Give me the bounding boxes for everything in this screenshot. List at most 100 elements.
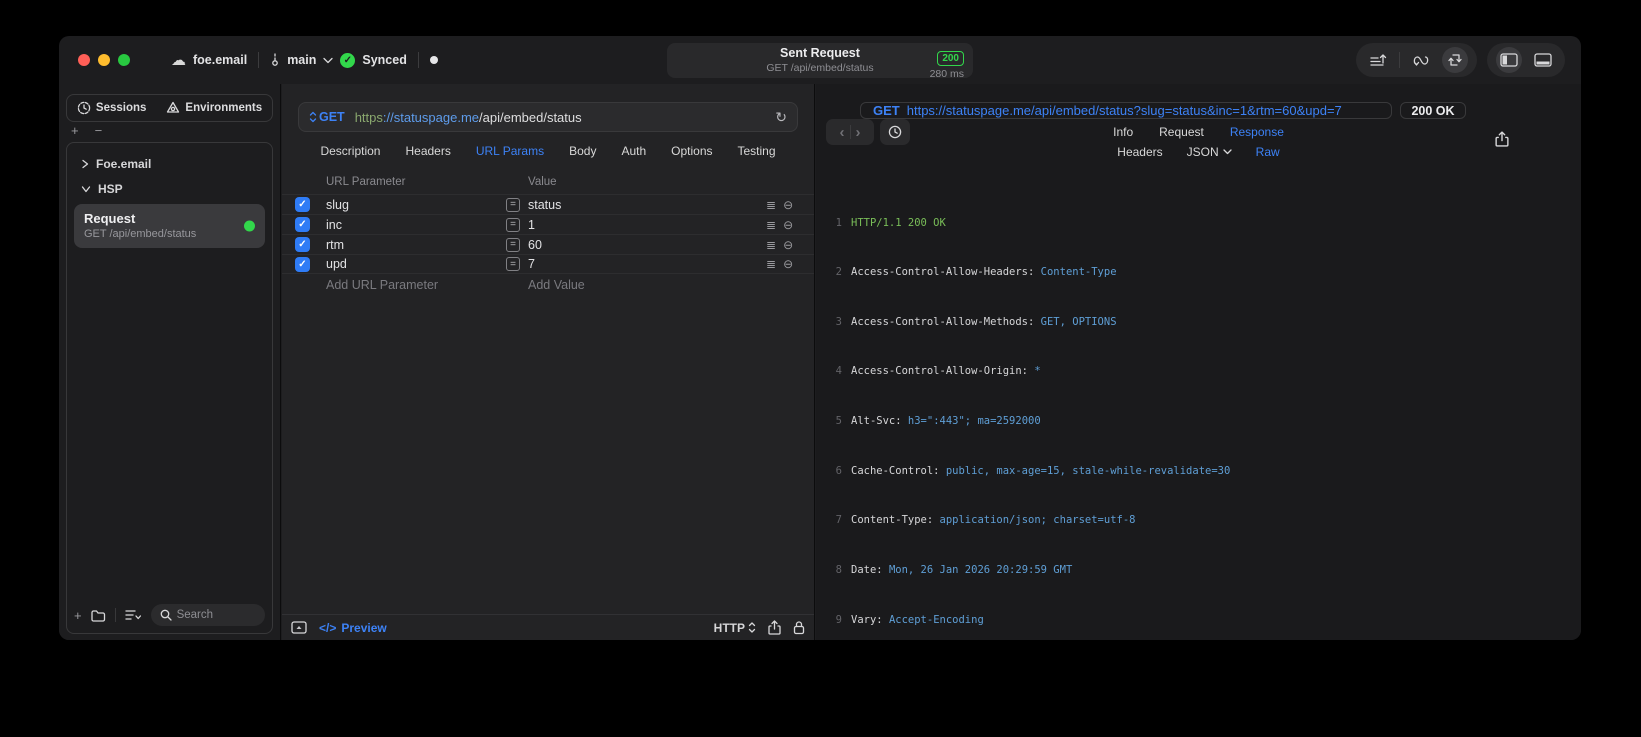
tab-sessions[interactable]: Sessions [77, 101, 146, 115]
response-line: 2 Access-Control-Allow-Headers: Content-T… [822, 266, 1581, 278]
branch-icon [272, 53, 279, 66]
method-selector[interactable]: GET [309, 110, 345, 124]
remove-param-icon[interactable]: ⊖ [783, 218, 793, 232]
param-enabled-checkbox[interactable]: ✓ [295, 237, 310, 252]
add-request-button[interactable]: + [74, 608, 82, 623]
forward-button[interactable]: › [856, 124, 861, 141]
tab-auth[interactable]: Auth [621, 144, 646, 158]
sync-requests-icon[interactable] [1442, 47, 1468, 73]
sort-options-icon[interactable] [124, 609, 142, 621]
param-enabled-checkbox[interactable]: ✓ [295, 256, 310, 272]
line-number: 1 [835, 216, 842, 229]
project-name[interactable]: foe.email [193, 53, 247, 67]
subtab-json[interactable]: JSON [1187, 145, 1232, 159]
new-folder-icon[interactable] [90, 609, 106, 622]
code-icon: </> [319, 620, 337, 635]
url-path[interactable]: /api/embed/status [479, 110, 582, 125]
add-param-row: Add URL Parameter Add Value [282, 274, 814, 296]
equals-icon: = [506, 257, 520, 271]
tab-body[interactable]: Body [569, 144, 596, 158]
response-line: 1 HTTP/1.1 200 OK [822, 217, 1581, 229]
sent-request-pill[interactable]: Sent Request GET /api/embed/status 200 2… [667, 43, 973, 80]
line-number: 4 [835, 365, 842, 378]
param-value-field[interactable]: 7 [528, 257, 535, 271]
response-status-badge: 200 OK [1400, 102, 1466, 119]
chevron-down-icon[interactable] [323, 57, 334, 64]
add-session-button[interactable]: + [71, 123, 79, 138]
param-enabled-checkbox[interactable]: ✓ [295, 197, 310, 212]
lock-icon[interactable] [793, 620, 805, 635]
search-input[interactable]: Search [150, 604, 265, 626]
param-options-icon[interactable]: ≣ [766, 198, 776, 212]
param-value-field[interactable]: 1 [528, 218, 535, 232]
tab-url-params[interactable]: URL Params [476, 144, 544, 158]
param-enabled-checkbox[interactable]: ✓ [295, 217, 310, 232]
column-value: Value [528, 176, 557, 188]
divider [1399, 52, 1400, 68]
tab-info[interactable]: Info [1113, 125, 1133, 139]
environments-icon [167, 101, 180, 113]
param-options-icon[interactable]: ≣ [766, 257, 776, 271]
sidebar-group-hsp[interactable]: HSP [67, 176, 272, 201]
share-icon[interactable] [768, 620, 781, 635]
tab-testing[interactable]: Testing [738, 144, 776, 158]
toggle-sidebar-icon[interactable] [1496, 47, 1522, 73]
preview-button[interactable]: </> Preview [319, 621, 387, 635]
param-name-field[interactable]: upd [326, 257, 506, 271]
param-row: ✓ upd = 7 ≣ ⊖ [282, 254, 814, 274]
line-number: 2 [835, 266, 842, 279]
response-raw-view[interactable]: 1 HTTP/1.1 200 OK 2 Access-Control-Allow-H… [816, 159, 1581, 640]
clock-icon [77, 101, 91, 115]
request-url-bar[interactable]: GET https://statuspage.me/api/embed/stat… [298, 102, 798, 132]
remove-param-icon[interactable]: ⊖ [783, 198, 793, 212]
toggle-bottom-panel-icon[interactable] [1530, 47, 1556, 73]
subtab-raw[interactable]: Raw [1256, 145, 1280, 159]
tab-options[interactable]: Options [671, 144, 712, 158]
request-tabs: Description Headers URL Params Body Auth… [282, 132, 814, 170]
branch-name[interactable]: main [287, 53, 316, 67]
param-options-icon[interactable]: ≣ [766, 218, 776, 232]
sync-status[interactable]: Synced [362, 53, 406, 67]
param-name-field[interactable]: inc [326, 218, 506, 232]
expand-panel-icon[interactable] [291, 621, 307, 634]
session-dot-icon[interactable] [429, 56, 438, 64]
param-options-icon[interactable]: ≣ [766, 238, 776, 252]
param-value-field[interactable]: 60 [528, 238, 542, 252]
tab-response[interactable]: Response [1230, 125, 1284, 139]
response-line: 5 Alt-Svc: h3=":443"; ma=2592000 [822, 415, 1581, 427]
minimize-window-button[interactable] [98, 54, 110, 66]
subtab-headers[interactable]: Headers [1117, 145, 1162, 159]
history-button[interactable] [880, 119, 910, 145]
remove-param-icon[interactable]: ⊖ [783, 257, 793, 271]
sidebar-item-request[interactable]: Request GET /api/embed/status [74, 204, 265, 248]
request-editor-pane: GET https://statuspage.me/api/embed/stat… [282, 84, 815, 640]
pull-request-icon[interactable] [1408, 47, 1434, 73]
tab-request[interactable]: Request [1159, 125, 1204, 139]
url-host[interactable]: ://statuspage.me [383, 110, 479, 125]
tab-environments[interactable]: Environments [166, 101, 262, 115]
equals-icon: = [506, 197, 520, 212]
add-param-name-placeholder[interactable]: Add URL Parameter [326, 278, 506, 292]
close-window-button[interactable] [78, 54, 90, 66]
request-footer: </> Preview HTTP [282, 614, 814, 640]
add-param-value-placeholder[interactable]: Add Value [506, 278, 766, 292]
line-number: 3 [835, 315, 842, 328]
zoom-window-button[interactable] [118, 54, 130, 66]
window-controls [78, 54, 130, 66]
line-number: 5 [835, 415, 842, 428]
url-scheme[interactable]: https [355, 110, 383, 125]
resend-request-icon[interactable]: ↻ [775, 109, 787, 126]
tab-description[interactable]: Description [320, 144, 380, 158]
param-name-field[interactable]: rtm [326, 238, 506, 252]
sidebar-group-foe-email[interactable]: Foe.email [67, 151, 272, 176]
param-value-field[interactable]: status [528, 198, 561, 212]
commit-icon[interactable] [1365, 47, 1391, 73]
tab-headers[interactable]: Headers [405, 144, 450, 158]
remove-param-icon[interactable]: ⊖ [783, 238, 793, 252]
param-name-field[interactable]: slug [326, 198, 506, 212]
equals-icon: = [506, 237, 520, 252]
remove-session-button[interactable]: − [95, 123, 103, 138]
sent-request-url[interactable]: GET https://statuspage.me/api/embed/statu… [860, 102, 1392, 119]
protocol-selector[interactable]: HTTP [714, 621, 756, 635]
back-button[interactable]: ‹ [840, 124, 845, 141]
